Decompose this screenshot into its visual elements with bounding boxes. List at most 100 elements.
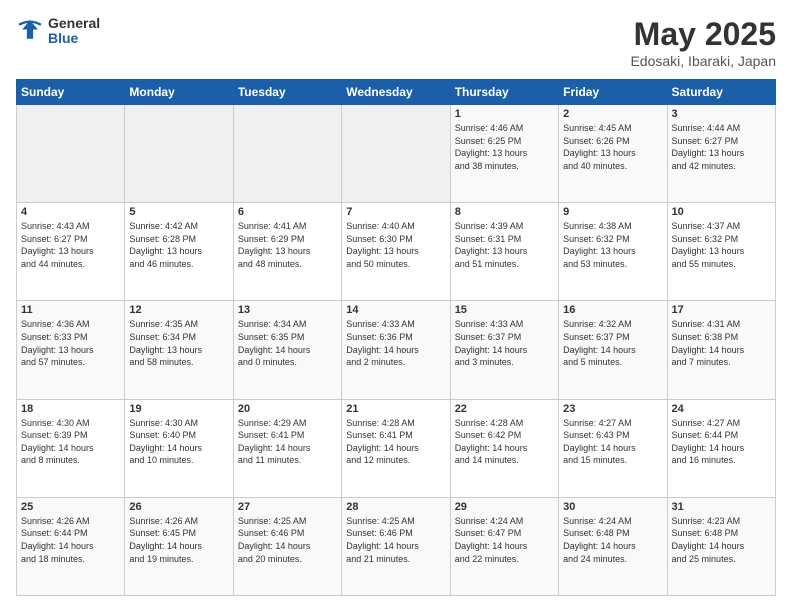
- calendar-week-2: 4 Sunrise: 4:43 AM Sunset: 6:27 PM Daylig…: [17, 203, 776, 301]
- day-info: Sunrise: 4:40 AM Sunset: 6:30 PM Dayligh…: [346, 220, 445, 270]
- day-number: 9: [563, 206, 662, 218]
- day-info: Sunrise: 4:29 AM Sunset: 6:41 PM Dayligh…: [238, 417, 337, 467]
- day-number: 2: [563, 108, 662, 120]
- day-number: 31: [672, 501, 771, 513]
- calendar-cell: 9 Sunrise: 4:38 AM Sunset: 6:32 PM Daylig…: [559, 203, 667, 301]
- calendar-cell: 5 Sunrise: 4:42 AM Sunset: 6:28 PM Daylig…: [125, 203, 233, 301]
- calendar-cell: 31 Sunrise: 4:23 AM Sunset: 6:48 PM Dayli…: [667, 497, 775, 595]
- day-number: 17: [672, 304, 771, 316]
- day-number: 23: [563, 403, 662, 415]
- calendar-cell: [342, 105, 450, 203]
- day-number: 15: [455, 304, 554, 316]
- calendar-cell: 16Sunrise: 4:32 AM Sunset: 6:37 PM Dayli…: [559, 301, 667, 399]
- location: Edosaki, Ibaraki, Japan: [630, 53, 776, 69]
- calendar-cell: [233, 105, 341, 203]
- day-number: 14: [346, 304, 445, 316]
- day-number: 7: [346, 206, 445, 218]
- col-header-thursday: Thursday: [450, 80, 558, 105]
- calendar-cell: 29 Sunrise: 4:24 AM Sunset: 6:47 PM Dayli…: [450, 497, 558, 595]
- day-number: 6: [238, 206, 337, 218]
- day-info: Sunrise: 4:41 AM Sunset: 6:29 PM Dayligh…: [238, 220, 337, 270]
- calendar-week-3: 11 Sunrise: 4:36 AM Sunset: 6:33 PM Dayli…: [17, 301, 776, 399]
- day-number: 22: [455, 403, 554, 415]
- calendar-cell: 2 Sunrise: 4:45 AM Sunset: 6:26 PM Daylig…: [559, 105, 667, 203]
- calendar-cell: 30 Sunrise: 4:24 AM Sunset: 6:48 PM Dayli…: [559, 497, 667, 595]
- day-info: Sunrise: 4:27 AM Sunset: 6:43 PM Dayligh…: [563, 417, 662, 467]
- day-info: Sunrise: 4:36 AM Sunset: 6:33 PM Dayligh…: [21, 318, 120, 368]
- calendar-week-1: 1 Sunrise: 4:46 AM Sunset: 6:25 PM Daylig…: [17, 105, 776, 203]
- day-info: Sunrise: 4:35 AM Sunset: 6:34 PM Dayligh…: [129, 318, 228, 368]
- day-info: Sunrise: 4:23 AM Sunset: 6:48 PM Dayligh…: [672, 515, 771, 565]
- day-number: 5: [129, 206, 228, 218]
- day-number: 10: [672, 206, 771, 218]
- logo-general-text: General: [48, 16, 100, 31]
- day-info: Sunrise: 4:37 AM Sunset: 6:32 PM Dayligh…: [672, 220, 771, 270]
- calendar-cell: 19 Sunrise: 4:30 AM Sunset: 6:40 PM Dayli…: [125, 399, 233, 497]
- calendar-cell: 1 Sunrise: 4:46 AM Sunset: 6:25 PM Daylig…: [450, 105, 558, 203]
- day-number: 21: [346, 403, 445, 415]
- day-info: Sunrise: 4:46 AM Sunset: 6:25 PM Dayligh…: [455, 122, 554, 172]
- day-info: Sunrise: 4:31 AM Sunset: 6:38 PM Dayligh…: [672, 318, 771, 368]
- calendar-cell: 20 Sunrise: 4:29 AM Sunset: 6:41 PM Dayli…: [233, 399, 341, 497]
- day-number: 20: [238, 403, 337, 415]
- day-info: Sunrise: 4:33 AM Sunset: 6:37 PM Dayligh…: [455, 318, 554, 368]
- day-number: 26: [129, 501, 228, 513]
- day-info: Sunrise: 4:45 AM Sunset: 6:26 PM Dayligh…: [563, 122, 662, 172]
- header: General Blue May 2025 Edosaki, Ibaraki, …: [16, 16, 776, 69]
- calendar-week-5: 25 Sunrise: 4:26 AM Sunset: 6:44 PM Dayli…: [17, 497, 776, 595]
- calendar-cell: 7 Sunrise: 4:40 AM Sunset: 6:30 PM Daylig…: [342, 203, 450, 301]
- calendar-cell: 25 Sunrise: 4:26 AM Sunset: 6:44 PM Dayli…: [17, 497, 125, 595]
- calendar-cell: 12 Sunrise: 4:35 AM Sunset: 6:34 PM Dayli…: [125, 301, 233, 399]
- month-title: May 2025: [630, 16, 776, 53]
- calendar-table: SundayMondayTuesdayWednesdayThursdayFrid…: [16, 79, 776, 596]
- calendar-cell: 26 Sunrise: 4:26 AM Sunset: 6:45 PM Dayli…: [125, 497, 233, 595]
- day-info: Sunrise: 4:42 AM Sunset: 6:28 PM Dayligh…: [129, 220, 228, 270]
- day-number: 29: [455, 501, 554, 513]
- day-info: Sunrise: 4:28 AM Sunset: 6:42 PM Dayligh…: [455, 417, 554, 467]
- calendar-header-row: SundayMondayTuesdayWednesdayThursdayFrid…: [17, 80, 776, 105]
- calendar-cell: 6 Sunrise: 4:41 AM Sunset: 6:29 PM Daylig…: [233, 203, 341, 301]
- day-number: 11: [21, 304, 120, 316]
- day-number: 30: [563, 501, 662, 513]
- day-info: Sunrise: 4:24 AM Sunset: 6:48 PM Dayligh…: [563, 515, 662, 565]
- day-info: Sunrise: 4:34 AM Sunset: 6:35 PM Dayligh…: [238, 318, 337, 368]
- logo-icon: [16, 17, 44, 45]
- day-number: 3: [672, 108, 771, 120]
- calendar-cell: 10 Sunrise: 4:37 AM Sunset: 6:32 PM Dayli…: [667, 203, 775, 301]
- day-number: 1: [455, 108, 554, 120]
- day-info: Sunrise: 4:26 AM Sunset: 6:44 PM Dayligh…: [21, 515, 120, 565]
- calendar-week-4: 18 Sunrise: 4:30 AM Sunset: 6:39 PM Dayli…: [17, 399, 776, 497]
- day-info: Sunrise: 4:44 AM Sunset: 6:27 PM Dayligh…: [672, 122, 771, 172]
- logo-blue-text: Blue: [48, 31, 100, 46]
- day-info: Sunrise: 4:30 AM Sunset: 6:40 PM Dayligh…: [129, 417, 228, 467]
- calendar-cell: 21Sunrise: 4:28 AM Sunset: 6:41 PM Dayli…: [342, 399, 450, 497]
- calendar-cell: [125, 105, 233, 203]
- day-info: Sunrise: 4:38 AM Sunset: 6:32 PM Dayligh…: [563, 220, 662, 270]
- day-info: Sunrise: 4:43 AM Sunset: 6:27 PM Dayligh…: [21, 220, 120, 270]
- day-number: 8: [455, 206, 554, 218]
- day-info: Sunrise: 4:39 AM Sunset: 6:31 PM Dayligh…: [455, 220, 554, 270]
- calendar-cell: 23 Sunrise: 4:27 AM Sunset: 6:43 PM Dayli…: [559, 399, 667, 497]
- calendar-cell: [17, 105, 125, 203]
- day-number: 18: [21, 403, 120, 415]
- calendar-cell: 11 Sunrise: 4:36 AM Sunset: 6:33 PM Dayli…: [17, 301, 125, 399]
- calendar-cell: 15 Sunrise: 4:33 AM Sunset: 6:37 PM Dayli…: [450, 301, 558, 399]
- col-header-monday: Monday: [125, 80, 233, 105]
- day-info: Sunrise: 4:26 AM Sunset: 6:45 PM Dayligh…: [129, 515, 228, 565]
- day-number: 19: [129, 403, 228, 415]
- day-info: Sunrise: 4:30 AM Sunset: 6:39 PM Dayligh…: [21, 417, 120, 467]
- day-number: 4: [21, 206, 120, 218]
- calendar-cell: 4 Sunrise: 4:43 AM Sunset: 6:27 PM Daylig…: [17, 203, 125, 301]
- calendar-cell: 17 Sunrise: 4:31 AM Sunset: 6:38 PM Dayli…: [667, 301, 775, 399]
- day-number: 16: [563, 304, 662, 316]
- col-header-wednesday: Wednesday: [342, 80, 450, 105]
- day-number: 25: [21, 501, 120, 513]
- day-info: Sunrise: 4:24 AM Sunset: 6:47 PM Dayligh…: [455, 515, 554, 565]
- day-number: 12: [129, 304, 228, 316]
- col-header-saturday: Saturday: [667, 80, 775, 105]
- logo: General Blue: [16, 16, 100, 47]
- col-header-friday: Friday: [559, 80, 667, 105]
- day-number: 13: [238, 304, 337, 316]
- logo-text: General Blue: [48, 16, 100, 47]
- calendar-cell: 27Sunrise: 4:25 AM Sunset: 6:46 PM Dayli…: [233, 497, 341, 595]
